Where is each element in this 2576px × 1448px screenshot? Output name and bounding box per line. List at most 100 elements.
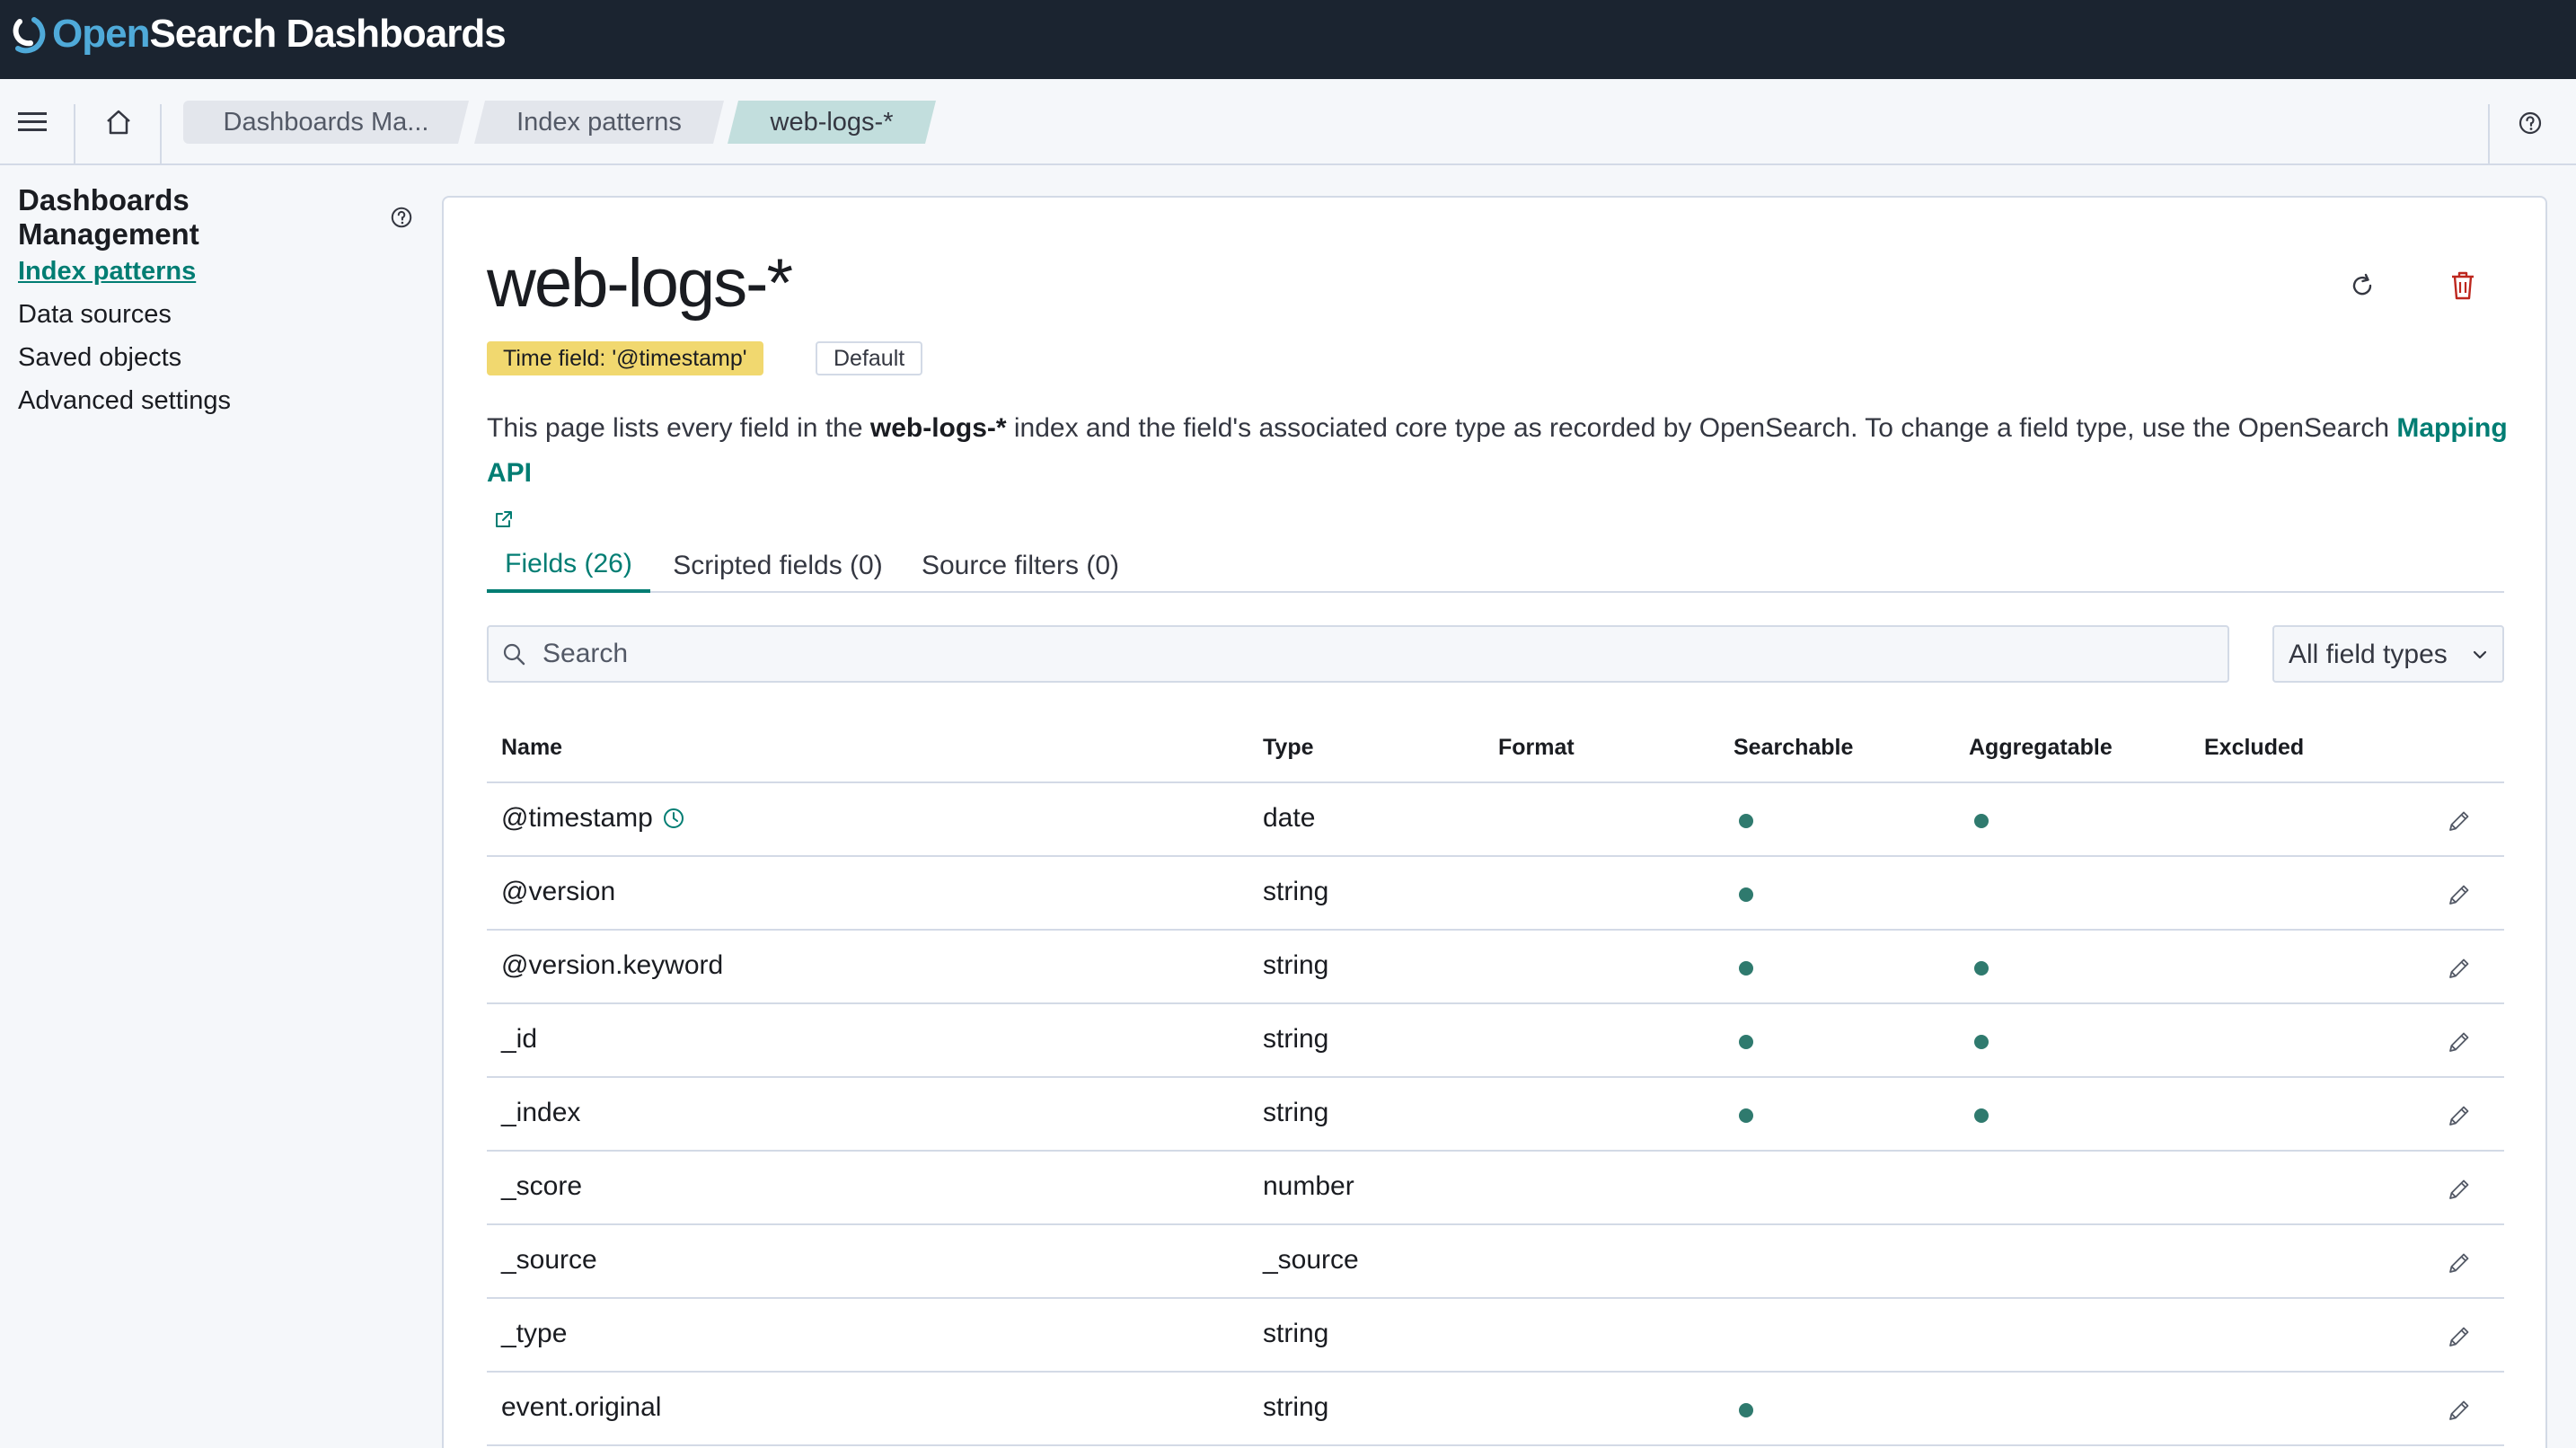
table-row: _source _source bbox=[487, 1225, 2504, 1299]
column-header-format[interactable]: Format bbox=[1498, 735, 1575, 761]
table-row: @version string bbox=[487, 857, 2504, 931]
refresh-fields-button[interactable] bbox=[2339, 262, 2386, 309]
aggregatable-dot-icon bbox=[1974, 961, 1989, 976]
table-row: _score number bbox=[487, 1152, 2504, 1225]
table-body: @timestamp date @version string @version.key… bbox=[487, 783, 2504, 1446]
field-type-filter[interactable]: All field types bbox=[2272, 625, 2504, 683]
default-badge: Default bbox=[816, 341, 923, 375]
field-name: _source bbox=[501, 1245, 597, 1275]
field-name-cell: @version.keyword bbox=[501, 950, 723, 981]
table-row: @timestamp date bbox=[487, 783, 2504, 857]
side-nav-item-advanced-settings[interactable]: Advanced settings bbox=[18, 379, 413, 422]
edit-field-button[interactable] bbox=[2441, 950, 2477, 986]
searchable-dot-icon bbox=[1739, 814, 1753, 828]
column-header-name[interactable]: Name bbox=[501, 735, 562, 761]
home-icon bbox=[107, 110, 130, 135]
field-type: number bbox=[1263, 1171, 1354, 1201]
aggregatable-dot-icon bbox=[1974, 1035, 1989, 1049]
pencil-icon bbox=[2449, 1032, 2469, 1052]
home-button[interactable] bbox=[93, 99, 144, 146]
pencil-icon bbox=[2449, 1253, 2469, 1273]
clock-icon bbox=[662, 807, 685, 830]
pencil-icon bbox=[2449, 1400, 2469, 1420]
field-name-cell: @timestamp bbox=[501, 803, 685, 834]
column-header-excluded[interactable]: Excluded bbox=[2204, 735, 2304, 761]
field-name-cell: event.original bbox=[501, 1392, 661, 1423]
tabs: Fields (26) Scripted fields (0) Source f… bbox=[487, 539, 2504, 593]
pencil-icon bbox=[2449, 811, 2469, 831]
table-row: event.original string bbox=[487, 1373, 2504, 1446]
breadcrumb-index-patterns[interactable]: Index patterns bbox=[474, 101, 724, 144]
pencil-icon bbox=[2449, 1327, 2469, 1346]
main-panel: web-logs-* Time field: '@timestamp' Defa… bbox=[442, 196, 2547, 1448]
edit-field-button[interactable] bbox=[2441, 877, 2477, 913]
field-type: string bbox=[1263, 1392, 1329, 1422]
edit-field-button[interactable] bbox=[2441, 803, 2477, 839]
side-nav-title: Dashboards Management bbox=[18, 183, 413, 251]
breadcrumb-dashboards-management[interactable]: Dashboards Ma... bbox=[183, 101, 469, 144]
aggregatable-dot-icon bbox=[1974, 1108, 1989, 1123]
side-nav-list: Index patterns Data sources Saved object… bbox=[18, 250, 413, 422]
field-name: @timestamp bbox=[501, 803, 653, 833]
edit-field-button[interactable] bbox=[2441, 1171, 2477, 1207]
field-name: _score bbox=[501, 1171, 583, 1201]
field-name-cell: _id bbox=[501, 1024, 537, 1055]
time-field-badge: Time field: '@timestamp' bbox=[487, 341, 763, 375]
header-divider bbox=[2488, 104, 2490, 165]
edit-field-button[interactable] bbox=[2441, 1319, 2477, 1355]
field-type: string bbox=[1263, 1024, 1329, 1054]
searchable-dot-icon bbox=[1739, 961, 1753, 976]
column-header-searchable[interactable]: Searchable bbox=[1734, 735, 1853, 761]
search-input[interactable] bbox=[543, 631, 2213, 677]
edit-field-button[interactable] bbox=[2441, 1392, 2477, 1428]
side-nav-title-text: Dashboards Management bbox=[18, 183, 199, 251]
tab-source-filters[interactable]: Source filters (0) bbox=[905, 539, 1135, 593]
field-name: _index bbox=[501, 1098, 581, 1127]
trash-icon bbox=[2452, 271, 2474, 300]
field-name-cell: _type bbox=[501, 1319, 567, 1349]
pencil-icon bbox=[2449, 885, 2469, 905]
field-name: _type bbox=[501, 1319, 568, 1348]
delete-index-pattern-button[interactable] bbox=[2439, 262, 2486, 309]
search-box bbox=[487, 625, 2229, 683]
field-type: string bbox=[1263, 1098, 1329, 1127]
tab-scripted-fields[interactable]: Scripted fields (0) bbox=[650, 539, 905, 593]
help-button[interactable] bbox=[2510, 102, 2551, 144]
side-nav-item-index-patterns[interactable]: Index patterns bbox=[18, 250, 413, 293]
searchable-dot-icon bbox=[1739, 1403, 1753, 1417]
search-icon bbox=[501, 641, 528, 668]
page-description: This page lists every field in the web-l… bbox=[487, 406, 2508, 541]
column-header-aggregatable[interactable]: Aggregatable bbox=[1969, 735, 2113, 761]
pencil-icon bbox=[2449, 1106, 2469, 1126]
table-row: _id string bbox=[487, 1004, 2504, 1078]
edit-field-button[interactable] bbox=[2441, 1024, 2477, 1060]
opensearch-logo[interactable]: OpenSearch Dashboards bbox=[7, 9, 507, 59]
top-header: OpenSearch Dashboards bbox=[0, 0, 2576, 79]
field-name: event.original bbox=[501, 1392, 662, 1422]
table-row: _index string bbox=[487, 1078, 2504, 1152]
external-link-icon[interactable] bbox=[494, 509, 514, 529]
logo-text-dashboards: Search Dashboards bbox=[149, 12, 506, 56]
refresh-icon bbox=[2352, 273, 2372, 296]
opensearch-logo-icon bbox=[13, 17, 46, 54]
table-row: @version.keyword string bbox=[487, 931, 2504, 1004]
tab-fields[interactable]: Fields (26) bbox=[487, 539, 650, 593]
table-header: Name Type Format Searchable Aggregatable… bbox=[487, 710, 2504, 783]
side-nav-item-saved-objects[interactable]: Saved objects bbox=[18, 336, 413, 379]
field-type-filter-value: All field types bbox=[2289, 640, 2448, 669]
field-type: date bbox=[1263, 803, 1316, 833]
help-icon[interactable] bbox=[390, 206, 413, 229]
menu-button[interactable] bbox=[7, 99, 57, 146]
aggregatable-dot-icon bbox=[1974, 814, 1989, 828]
edit-field-button[interactable] bbox=[2441, 1245, 2477, 1281]
edit-field-button[interactable] bbox=[2441, 1098, 2477, 1134]
field-type: string bbox=[1263, 950, 1329, 980]
hamburger-icon bbox=[18, 112, 47, 131]
header-divider bbox=[160, 104, 162, 165]
field-name-cell: _source bbox=[501, 1245, 597, 1276]
description-text: index and the field's associated core ty… bbox=[1006, 413, 2397, 443]
side-nav-item-data-sources[interactable]: Data sources bbox=[18, 293, 413, 336]
field-name: @version.keyword bbox=[501, 950, 724, 980]
column-header-type[interactable]: Type bbox=[1263, 735, 1314, 761]
field-type: string bbox=[1263, 1319, 1329, 1348]
